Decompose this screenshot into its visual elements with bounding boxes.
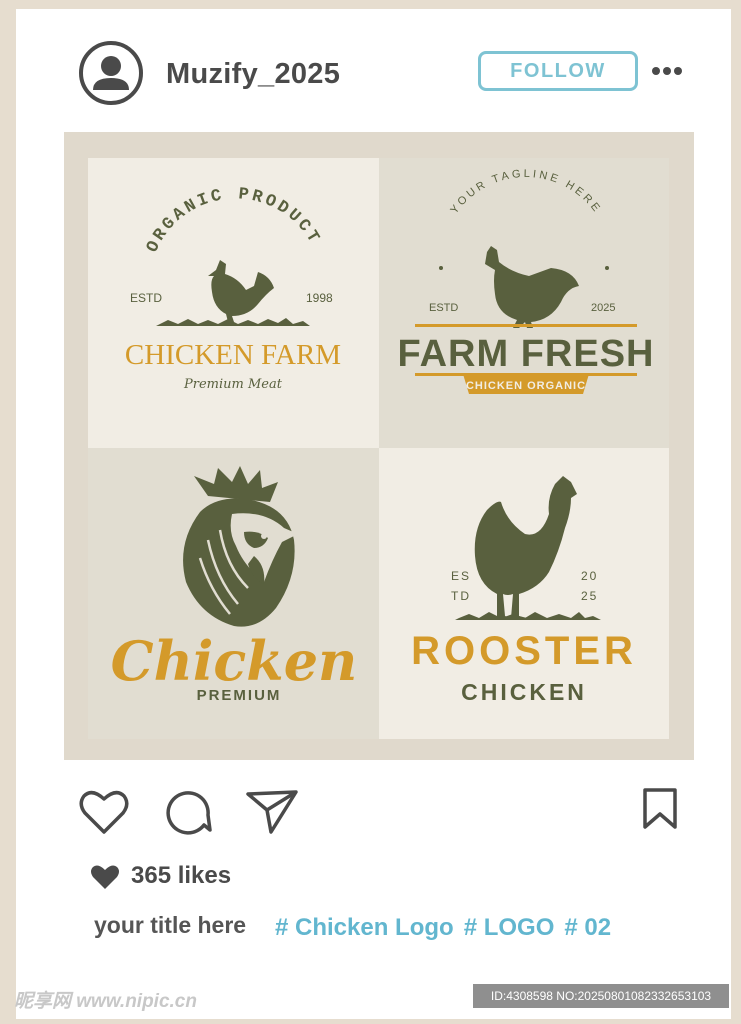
hen-silhouette-icon xyxy=(474,476,577,618)
svg-text:ORGANIC PRODUCT: ORGANIC PRODUCT xyxy=(143,185,323,256)
watermark-id: ID:4308598 NO:20250801082332653103 xyxy=(473,984,729,1008)
rooster-silhouette-icon xyxy=(208,260,274,322)
rooster-head-icon xyxy=(183,466,298,627)
rooster-silhouette-icon xyxy=(485,246,579,328)
logo-farm-fresh: YOUR TAGLINE HERE ESTD 2025 FARM FRESH C… xyxy=(379,158,669,448)
fresh-arc-text: YOUR TAGLINE HERE xyxy=(448,168,600,216)
logo-chicken-premium: Chicken PREMIUM xyxy=(88,448,379,739)
hashtag[interactable]: # Chicken Logo xyxy=(275,914,454,941)
fresh-year: 2025 xyxy=(591,302,615,314)
hashtag-list: # Chicken Logo # LOGO # 02 xyxy=(275,914,621,942)
heart-icon[interactable] xyxy=(78,788,130,836)
share-icon[interactable] xyxy=(245,788,299,836)
fresh-estd: ESTD xyxy=(429,302,458,314)
rooster-y2: 25 xyxy=(581,589,598,603)
more-icon[interactable] xyxy=(651,64,683,78)
logo-rooster-chicken: ES TD 20 25 ROOSTER CHICKEN xyxy=(379,448,669,739)
bookmark-icon[interactable] xyxy=(641,787,679,831)
farm-year: 1998 xyxy=(306,291,333,305)
hashtag[interactable]: # 02 xyxy=(564,914,611,941)
rooster-sub: CHICKEN xyxy=(461,679,587,705)
grass-icon xyxy=(455,612,601,620)
username[interactable]: Muzify_2025 xyxy=(166,58,340,91)
post-caption: your title here xyxy=(94,912,247,938)
chicken-sub: PREMIUM xyxy=(197,687,282,704)
svg-text:YOUR TAGLINE HERE: YOUR TAGLINE HERE xyxy=(448,168,603,216)
fresh-ribbon-text: CHICKEN ORGANIC xyxy=(466,380,586,392)
logo-chicken-farm: ORGANIC PRODUCT ESTD 1998 CHICKEN FARM P… xyxy=(88,158,379,448)
comment-icon[interactable] xyxy=(164,787,212,835)
rooster-y1: 20 xyxy=(581,569,598,583)
chicken-script: Chicken xyxy=(111,629,358,693)
hashtag[interactable]: # LOGO xyxy=(464,914,555,941)
watermark-site: 昵享网 www.nipic.cn xyxy=(14,991,197,1012)
follow-button[interactable]: FOLLOW xyxy=(478,51,638,91)
rooster-es: ES xyxy=(451,569,471,583)
fresh-title: FARM FRESH xyxy=(398,333,655,375)
rooster-title: ROOSTER xyxy=(411,629,637,673)
farm-subtitle: Premium Meat xyxy=(183,377,283,392)
farm-estd: ESTD xyxy=(130,291,162,305)
user-icon[interactable] xyxy=(78,40,144,106)
likes-count[interactable]: 365 likes xyxy=(131,862,231,890)
rooster-td: TD xyxy=(451,589,471,603)
farm-arc-text: ORGANIC PRODUCT xyxy=(143,185,320,256)
farm-title: CHICKEN FARM xyxy=(125,339,341,371)
heart-filled-icon xyxy=(91,865,119,889)
